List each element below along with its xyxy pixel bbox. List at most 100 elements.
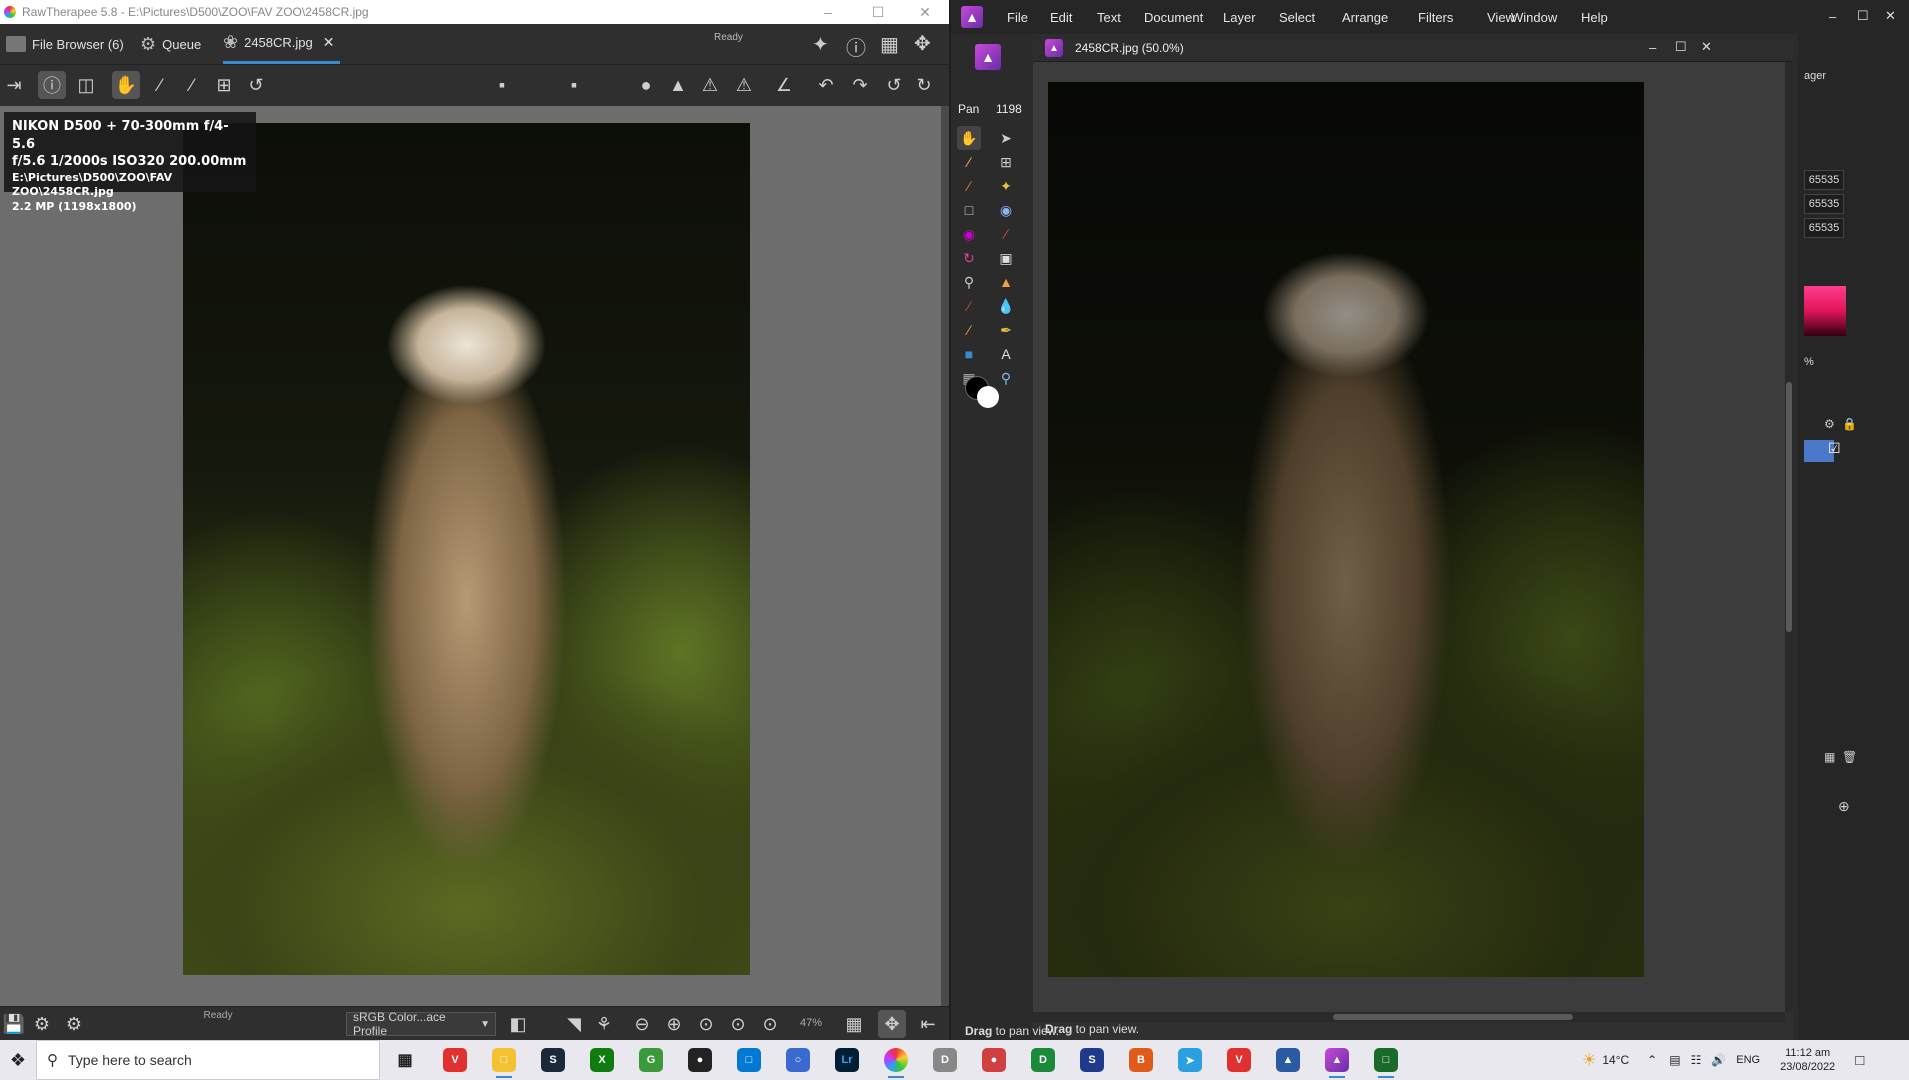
color-field-r[interactable]: 65535	[1804, 170, 1844, 190]
before-after-icon[interactable]: ◫	[72, 71, 100, 99]
scroll-thumb[interactable]	[1333, 1014, 1573, 1020]
help-icon[interactable]: ⓘ	[846, 32, 866, 61]
crop-guides-icon[interactable]: ∠	[770, 71, 798, 99]
flip-vertical-icon[interactable]: ↺	[880, 71, 908, 99]
close-tab-icon[interactable]: ✕	[323, 34, 335, 51]
flood-fill-icon[interactable]: ◉	[994, 198, 1018, 222]
clone-stamp-icon[interactable]: ▲	[994, 270, 1018, 294]
gamut-warning-icon[interactable]: ⚘	[590, 1010, 618, 1038]
zoom-fit-crop-icon[interactable]: ⊙	[724, 1010, 752, 1038]
flip-horizontal-icon[interactable]: ↻	[910, 71, 938, 99]
magic-wand-icon[interactable]: ✦	[994, 174, 1018, 198]
preview-mode-icon[interactable]: ▪	[488, 71, 516, 99]
file-explorer-icon[interactable]: □	[492, 1048, 516, 1078]
move-tool-icon[interactable]: ➤	[994, 126, 1018, 150]
brave-icon[interactable]: B	[1129, 1048, 1153, 1072]
af-horizontal-scrollbar[interactable]	[1033, 1012, 1785, 1022]
text-tool-icon[interactable]: A	[994, 342, 1018, 366]
crop-icon[interactable]: ⊞	[210, 71, 238, 99]
tab-queue[interactable]: ⚙ Queue	[140, 24, 201, 64]
menu-filters[interactable]: Filters	[1418, 10, 1453, 25]
gradient-tool-icon[interactable]: ◉	[957, 222, 981, 246]
shadow-clip-icon[interactable]: ▲	[664, 71, 692, 99]
xbox-icon[interactable]: X	[590, 1048, 614, 1072]
zoom-fit-icon[interactable]: ⊙	[692, 1010, 720, 1038]
white-balance-picker-icon[interactable]: ∕	[146, 71, 174, 99]
marquee-tool-icon[interactable]: □	[957, 198, 981, 222]
tray-chevron-up-icon[interactable]: ⌃	[1647, 1053, 1657, 1067]
add-icon[interactable]: ⊕	[1838, 798, 1850, 815]
doc-maximize-icon[interactable]: ☐	[1675, 39, 1687, 55]
minimize-icon[interactable]: –	[808, 0, 848, 24]
minimize-icon[interactable]: –	[1829, 9, 1836, 24]
tab-file-browser[interactable]: File Browser (6)	[6, 24, 124, 64]
wifi-icon[interactable]: ☷	[1691, 1053, 1702, 1067]
notifications-icon[interactable]: □	[1855, 1052, 1864, 1069]
doc-close-icon[interactable]: ✕	[1701, 39, 1712, 55]
zoom-100-icon[interactable]: ⊙	[756, 1010, 784, 1038]
brush-select-icon[interactable]: ∕	[957, 174, 981, 198]
dodge-tool-icon[interactable]: ⚲	[957, 270, 981, 294]
chat-app-icon[interactable]: ○	[786, 1048, 810, 1072]
rt-side-scrollbar[interactable]	[941, 106, 949, 1006]
pen-tool-icon[interactable]: ✒	[994, 318, 1018, 342]
color-picker-swatch[interactable]	[1804, 286, 1846, 336]
trash-icon[interactable]: 🗑	[1842, 750, 1857, 764]
menu-help[interactable]: Help	[1581, 10, 1608, 25]
rawtherapee-taskbar-icon[interactable]	[884, 1048, 908, 1078]
paint-app-icon[interactable]: ●	[982, 1048, 1006, 1072]
fullscreen-preview-icon[interactable]: ✥	[878, 1010, 906, 1038]
healing-brush-icon[interactable]: ∕	[957, 294, 981, 318]
hide-right-panel-icon[interactable]: ⇤	[914, 1010, 942, 1038]
channel-selector-icon[interactable]: ▪	[560, 71, 588, 99]
dxo-icon[interactable]: D	[1031, 1048, 1055, 1072]
menu-text[interactable]: Text	[1097, 10, 1121, 25]
affinity-photo-taskbar-icon[interactable]: ▲	[1325, 1048, 1349, 1078]
tab-image[interactable]: ❀ 2458CR.jpg ✕	[223, 24, 341, 64]
photo-persona-icon[interactable]: ▲	[975, 44, 1001, 70]
mask-icon[interactable]: ▦	[1824, 750, 1835, 764]
menu-file[interactable]: File	[1007, 10, 1028, 25]
vivaldi-icon[interactable]: V	[443, 1048, 467, 1072]
rt-preview-canvas[interactable]: NIKON D500 + 70-300mm f/4-5.6 f/5.6 1/20…	[0, 106, 941, 1006]
color-picker-icon[interactable]: ∕	[957, 150, 981, 174]
hand-tool-icon[interactable]: ✋	[112, 71, 140, 99]
gamut-check-icon[interactable]: ◧	[504, 1010, 532, 1038]
hand-tool-icon[interactable]: ✋	[957, 126, 981, 150]
taskbar-search[interactable]: ⚲ Type here to search	[36, 1040, 380, 1080]
crop-tool-icon[interactable]: ⊞	[994, 150, 1018, 174]
color-replacement-icon[interactable]: ↻	[957, 246, 981, 270]
darktable-icon[interactable]: D	[933, 1048, 957, 1072]
maximize-icon[interactable]: ☐	[858, 0, 898, 24]
fullscreen-icon[interactable]: ✥	[914, 31, 931, 56]
color-field-b[interactable]: 65535	[1804, 218, 1844, 238]
send-to-editor-icon[interactable]: ⚙	[60, 1010, 88, 1038]
windows-start-icon[interactable]: ❖	[0, 1040, 36, 1080]
menu-document[interactable]: Document	[1144, 10, 1203, 25]
rectangle-tool-icon[interactable]: ■	[957, 342, 981, 366]
volume-icon[interactable]: 🔊	[1711, 1053, 1726, 1067]
clock[interactable]: 11:12 am 23/08/2022	[1780, 1046, 1835, 1075]
weather-temperature[interactable]: 14°C	[1602, 1053, 1629, 1067]
queue-add-icon[interactable]: ⚙	[28, 1010, 56, 1038]
warning-icon[interactable]: ⚠	[696, 71, 724, 99]
preferences-icon[interactable]: ▦	[880, 32, 899, 57]
vivaldi-private-icon[interactable]: V	[1227, 1048, 1251, 1072]
photos-app-icon[interactable]: ▲	[1276, 1048, 1300, 1072]
steam-icon[interactable]: S	[541, 1048, 565, 1072]
network-icon[interactable]: ▤	[1669, 1053, 1680, 1067]
save-image-icon[interactable]: 💾	[0, 1010, 28, 1038]
highlight-clip-icon[interactable]: ⚠	[730, 71, 758, 99]
scroll-thumb[interactable]	[1786, 382, 1792, 632]
blur-brush-icon[interactable]: 💧	[994, 294, 1018, 318]
lightroom-icon[interactable]: Lr	[835, 1048, 859, 1072]
focus-mask-icon[interactable]: ●	[632, 71, 660, 99]
info-icon[interactable]: ⓘ	[38, 71, 66, 99]
weather-sun-icon[interactable]: ☀	[1582, 1050, 1596, 1070]
inpainting-icon[interactable]: ∕	[957, 318, 981, 342]
gear-icon[interactable]: ⚙	[1824, 417, 1835, 431]
af-vertical-scrollbar[interactable]	[1785, 62, 1793, 1012]
secondary-color-swatch[interactable]	[977, 386, 999, 408]
color-field-g[interactable]: 65535	[1804, 194, 1844, 214]
zoom-tool-icon[interactable]: ⚲	[994, 366, 1018, 390]
